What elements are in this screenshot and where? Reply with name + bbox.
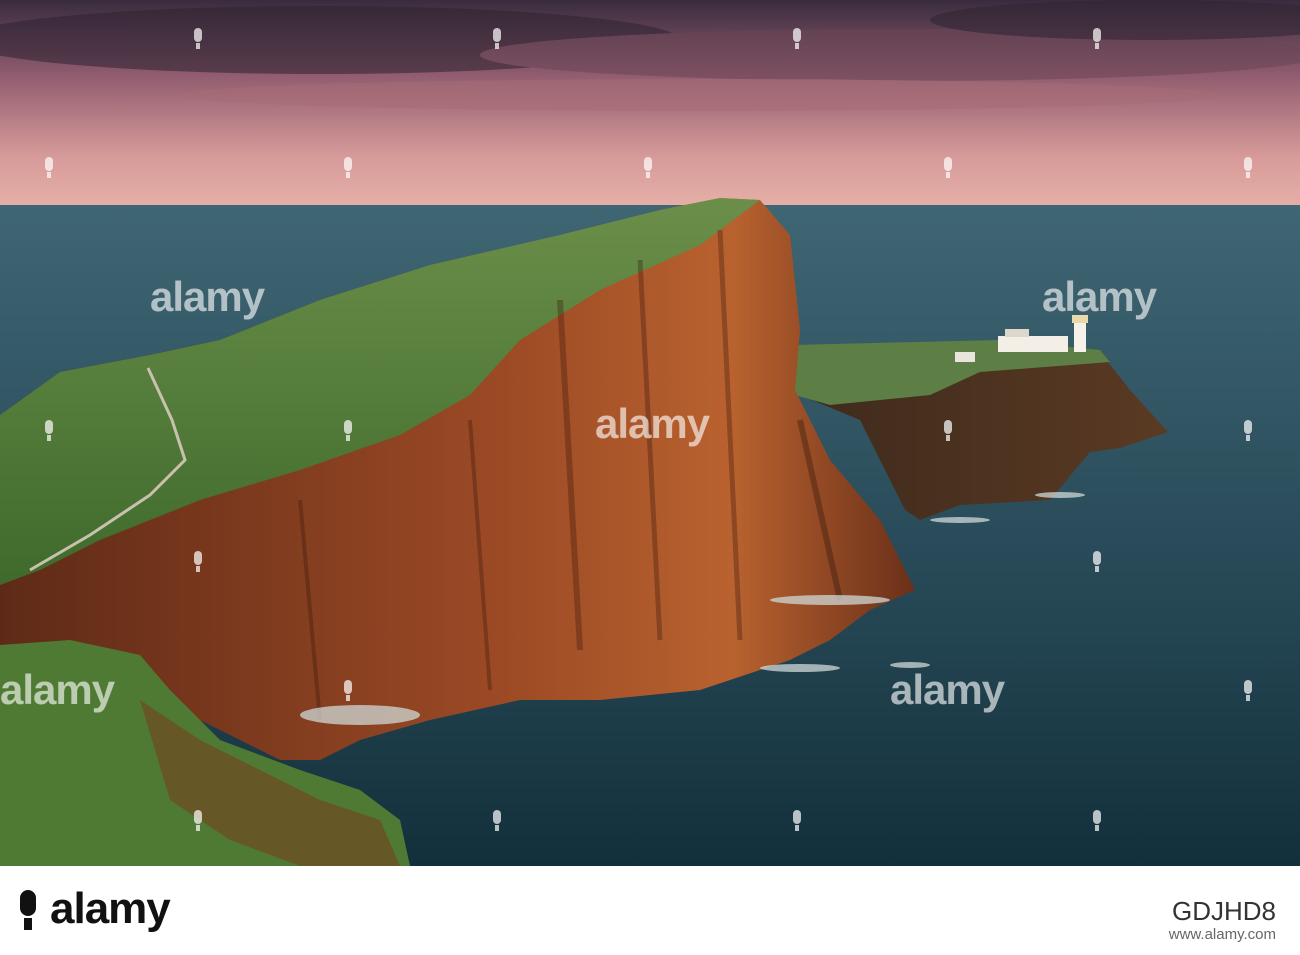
alamy-logo-icon: [20, 890, 36, 930]
brand-logo-text: alamy: [50, 884, 171, 933]
landscape-photo: [0, 0, 1300, 866]
footer-bar: alamy GDJHD8 www.alamy.com: [0, 866, 1300, 955]
image-id: GDJHD8: [1171, 896, 1276, 926]
scene-svg: [0, 0, 1300, 866]
site-url: www.alamy.com: [1168, 926, 1276, 943]
